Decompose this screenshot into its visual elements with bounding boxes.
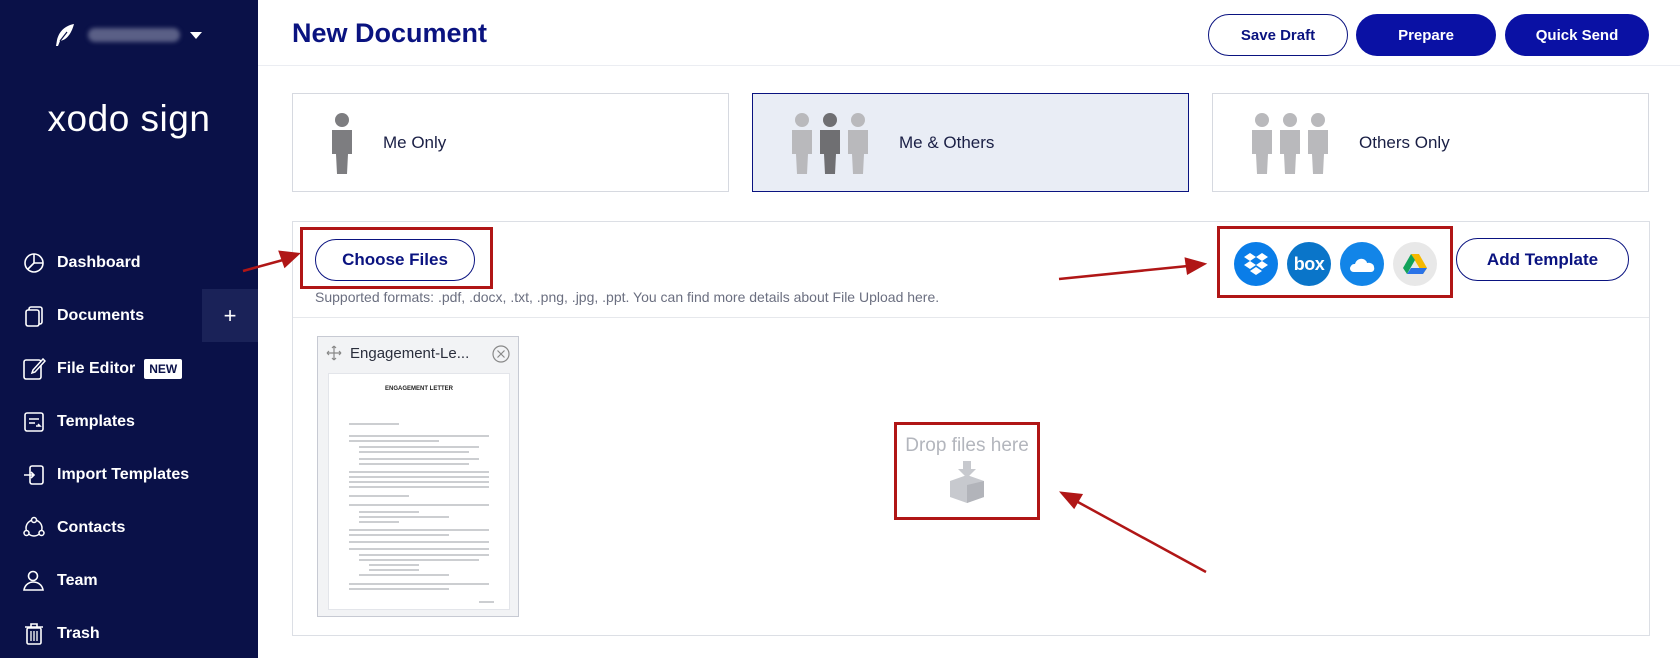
- uploaded-file-card[interactable]: Engagement-Le... ENGAGEMENT LETTER: [317, 336, 519, 617]
- signer-option-label: Me & Others: [899, 132, 995, 152]
- trash-icon: [22, 622, 46, 646]
- thumbnail-text-lines: [349, 423, 494, 603]
- signer-option-others-only[interactable]: Others Only: [1212, 93, 1649, 192]
- templates-icon: [22, 410, 46, 434]
- contacts-icon: [22, 516, 46, 540]
- dashboard-icon: [22, 251, 46, 275]
- sidebar-item-dashboard[interactable]: Dashboard: [0, 236, 258, 289]
- google-drive-icon: [1403, 254, 1427, 274]
- group-people-icon: [1249, 112, 1331, 174]
- save-draft-button[interactable]: Save Draft: [1208, 14, 1348, 56]
- sidebar-item-label: Team: [57, 571, 98, 589]
- signer-option-me-and-others[interactable]: Me & Others: [752, 93, 1189, 192]
- sidebar-item-label: Templates: [57, 412, 135, 430]
- move-handle-icon[interactable]: [326, 345, 342, 366]
- team-icon: [22, 569, 46, 593]
- signer-option-label: Me Only: [383, 132, 447, 152]
- upload-panel: Choose Files Supported formats: .pdf, .d…: [292, 221, 1650, 636]
- dropbox-icon: [1244, 253, 1268, 275]
- single-person-icon: [329, 112, 355, 174]
- drop-zone-text: Drop files here: [905, 435, 1029, 456]
- prepare-button[interactable]: Prepare: [1356, 14, 1496, 56]
- add-template-button[interactable]: Add Template: [1456, 238, 1629, 281]
- signer-option-label: Others Only: [1359, 132, 1450, 152]
- box-icon: box: [1293, 253, 1325, 274]
- sidebar-item-label: Contacts: [57, 518, 126, 536]
- onedrive-button[interactable]: [1340, 242, 1384, 286]
- header-divider: [258, 65, 1680, 66]
- new-badge: NEW: [144, 358, 183, 379]
- account-name-blurred: [88, 28, 180, 42]
- page-title: New Document: [292, 18, 488, 48]
- file-name: Engagement-Le...: [350, 345, 470, 362]
- drop-zone[interactable]: Drop files here: [897, 425, 1037, 515]
- sidebar-item-trash[interactable]: Trash: [0, 607, 258, 658]
- panel-divider: [293, 317, 1649, 318]
- sidebar-item-contacts[interactable]: Contacts: [0, 501, 258, 554]
- chevron-down-icon: [190, 31, 202, 39]
- sidebar-item-templates[interactable]: Templates: [0, 395, 258, 448]
- quill-icon: [56, 24, 74, 46]
- sidebar-item-label: Dashboard: [57, 253, 141, 271]
- documents-icon: [22, 304, 46, 328]
- supported-formats-text: Supported formats: .pdf, .docx, .txt, .p…: [315, 289, 940, 305]
- group-people-icon: [789, 112, 871, 174]
- drop-box-icon: [950, 461, 984, 503]
- remove-file-icon[interactable]: [492, 345, 510, 368]
- brand-logo: xodo sign: [47, 98, 211, 139]
- sidebar-item-file-editor[interactable]: File Editor NEW: [0, 342, 258, 395]
- box-button[interactable]: box: [1287, 242, 1331, 286]
- quick-send-button[interactable]: Quick Send: [1505, 14, 1649, 56]
- new-document-plus-button[interactable]: +: [202, 289, 258, 342]
- sidebar: xodo sign Dashboard Documents File Edito…: [0, 0, 258, 658]
- dropbox-button[interactable]: [1234, 242, 1278, 286]
- google-drive-button[interactable]: [1393, 242, 1437, 286]
- choose-files-button[interactable]: Choose Files: [315, 239, 475, 281]
- signer-option-me-only[interactable]: Me Only: [292, 93, 729, 192]
- file-thumbnail: ENGAGEMENT LETTER: [328, 373, 510, 610]
- onedrive-icon: [1350, 258, 1375, 272]
- sidebar-item-label: File Editor: [57, 359, 136, 377]
- sidebar-item-label: Trash: [57, 624, 100, 642]
- sidebar-item-team[interactable]: Team: [0, 554, 258, 607]
- import-templates-icon: [22, 463, 46, 487]
- account-menu[interactable]: [52, 20, 202, 50]
- sidebar-item-label: Documents: [57, 306, 145, 324]
- app-window: xodo sign Dashboard Documents File Edito…: [0, 0, 1680, 658]
- sidebar-item-label: Import Templates: [57, 465, 190, 483]
- sidebar-item-import-templates[interactable]: Import Templates: [0, 448, 258, 501]
- file-editor-icon: [22, 357, 46, 381]
